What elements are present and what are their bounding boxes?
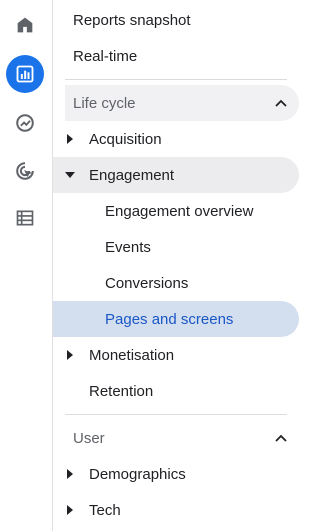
- caret-right-icon: [65, 504, 75, 516]
- caret-right-icon: [65, 133, 75, 145]
- caret-right-icon: [65, 468, 75, 480]
- reports-nav: Reports snapshot Real-time Life cycle Ac…: [53, 0, 326, 531]
- chevron-up-icon: [275, 99, 287, 107]
- icon-rail: [0, 0, 53, 531]
- configure-button[interactable]: [6, 199, 44, 237]
- nav-monetisation[interactable]: Monetisation: [53, 337, 299, 373]
- nav-item-label: Demographics: [89, 465, 186, 483]
- nav-item-label: Engagement: [89, 166, 175, 184]
- reports-icon: [16, 65, 34, 83]
- section-title: User: [73, 429, 105, 447]
- nav-events[interactable]: Events: [53, 229, 299, 265]
- nav-item-label: Tech: [89, 501, 121, 519]
- nav-engagement[interactable]: Engagement: [53, 157, 299, 193]
- nav-item-label: Real-time: [73, 47, 138, 65]
- nav-item-label: Retention: [89, 382, 154, 400]
- nav-item-label: Monetisation: [89, 346, 175, 364]
- nav-realtime[interactable]: Real-time: [53, 38, 299, 74]
- nav-demographics[interactable]: Demographics: [53, 456, 299, 492]
- reports-button[interactable]: [6, 55, 44, 93]
- home-icon: [17, 17, 33, 33]
- section-title: Life cycle: [73, 94, 136, 112]
- section-user[interactable]: User: [65, 420, 299, 456]
- nav-acquisition[interactable]: Acquisition: [53, 121, 299, 157]
- home-button[interactable]: [6, 6, 44, 44]
- caret-down-icon: [65, 169, 75, 181]
- advertising-icon: [16, 162, 34, 180]
- caret-right-icon: [65, 349, 75, 361]
- nav-tech[interactable]: Tech: [53, 492, 299, 528]
- divider: [65, 79, 287, 80]
- explore-icon: [16, 114, 34, 132]
- nav-conversions[interactable]: Conversions: [53, 265, 299, 301]
- advertising-button[interactable]: [6, 152, 44, 190]
- explore-button[interactable]: [6, 104, 44, 142]
- nav-item-label: Reports snapshot: [73, 11, 191, 29]
- nav-item-label: Engagement overview: [105, 202, 254, 220]
- nav-item-label: Events: [105, 238, 151, 256]
- section-life-cycle[interactable]: Life cycle: [65, 85, 299, 121]
- nav-pages-and-screens[interactable]: Pages and screens: [53, 301, 299, 337]
- chevron-up-icon: [275, 434, 287, 442]
- nav-retention[interactable]: Retention: [53, 373, 299, 409]
- divider: [65, 414, 287, 415]
- nav-engagement-overview[interactable]: Engagement overview: [53, 193, 299, 229]
- nav-item-label: Pages and screens: [105, 310, 234, 328]
- configure-icon: [16, 210, 34, 226]
- nav-reports-snapshot[interactable]: Reports snapshot: [53, 2, 299, 38]
- nav-item-label: Acquisition: [89, 130, 162, 148]
- nav-item-label: Conversions: [105, 274, 189, 292]
